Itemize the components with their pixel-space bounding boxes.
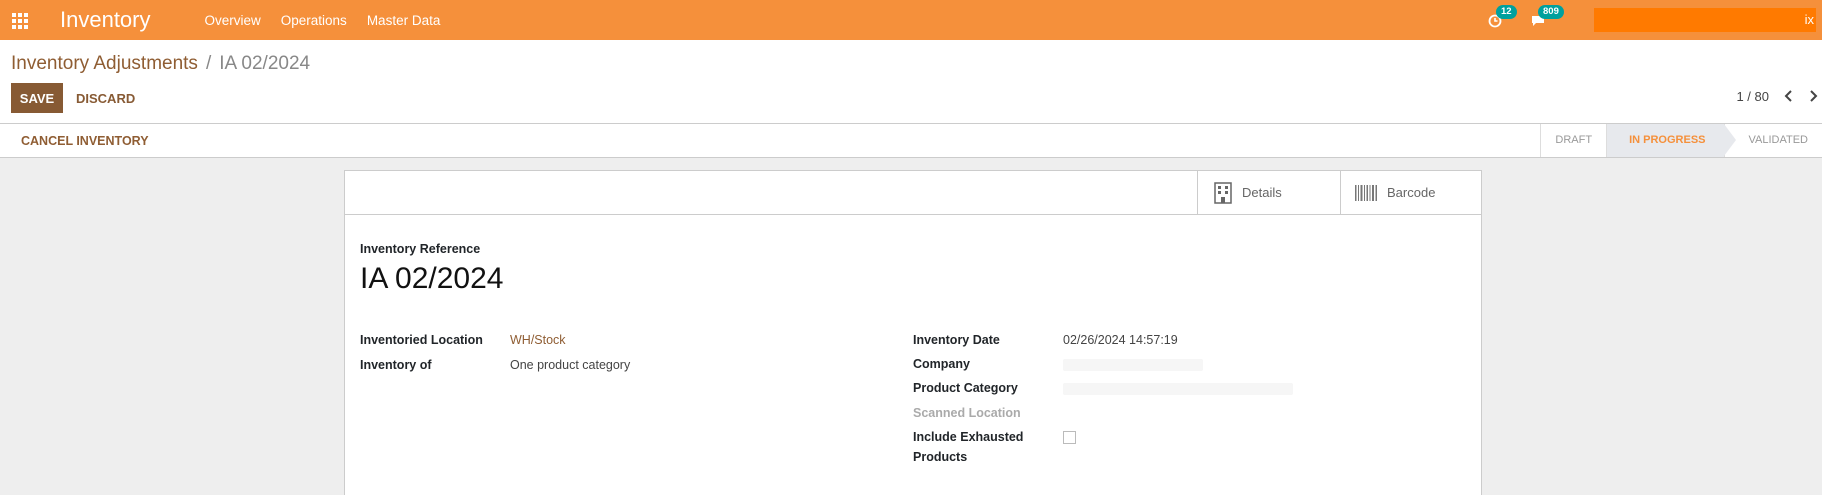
- company-value-redacted[interactable]: [1063, 359, 1203, 371]
- breadcrumb: Inventory Adjustments / IA 02/2024: [11, 53, 310, 75]
- form-statusbar: CANCEL INVENTORY DRAFT IN PROGRESS VALID…: [0, 124, 1822, 158]
- top-navbar: Inventory Overview Operations Master Dat…: [0, 0, 1822, 40]
- include-exhausted-label-line2: Products: [913, 450, 968, 464]
- inventory-reference-label: Inventory Reference: [360, 242, 481, 256]
- breadcrumb-parent-link[interactable]: Inventory Adjustments: [11, 53, 198, 75]
- barcode-button-label: Barcode: [1387, 185, 1436, 200]
- inventory-of-value[interactable]: One product category: [510, 358, 630, 372]
- user-menu[interactable]: ix: [1594, 8, 1816, 32]
- apps-menu-icon[interactable]: [12, 13, 30, 29]
- breadcrumb-current: IA 02/2024: [219, 53, 311, 74]
- details-button-label: Details: [1242, 185, 1282, 200]
- control-panel: Inventory Adjustments / IA 02/2024 SAVE …: [0, 40, 1822, 124]
- save-button[interactable]: SAVE: [11, 83, 63, 113]
- inventory-date-value[interactable]: 02/26/2024 14:57:19: [1063, 333, 1178, 347]
- product-category-label: Product Category: [913, 381, 1018, 395]
- inventory-of-label: Inventory of: [360, 358, 432, 372]
- company-label: Company: [913, 357, 970, 371]
- stage-validated[interactable]: VALIDATED: [1723, 124, 1822, 157]
- stage-in-progress[interactable]: IN PROGRESS: [1606, 124, 1736, 157]
- user-name-fragment: ix: [1804, 12, 1814, 27]
- menu-master-data[interactable]: Master Data: [367, 13, 441, 28]
- stage-draft[interactable]: DRAFT: [1540, 124, 1606, 157]
- activities-button[interactable]: 12: [1488, 5, 1517, 28]
- include-exhausted-label-line1: Include Exhausted: [913, 430, 1024, 444]
- app-title[interactable]: Inventory: [60, 7, 151, 33]
- status-stages: DRAFT IN PROGRESS VALIDATED: [1540, 124, 1822, 157]
- menu-overview[interactable]: Overview: [205, 13, 261, 28]
- discard-button[interactable]: DISCARD: [76, 91, 135, 106]
- pager-value[interactable]: 1 / 80: [1736, 89, 1769, 104]
- menu-operations[interactable]: Operations: [281, 13, 347, 28]
- include-exhausted-checkbox[interactable]: [1063, 431, 1076, 444]
- scanned-location-label: Scanned Location: [913, 406, 1021, 420]
- barcode-icon: [1355, 184, 1377, 201]
- activity-count-badge: 12: [1496, 5, 1517, 19]
- messages-button[interactable]: 809: [1530, 5, 1564, 28]
- pager-previous-button[interactable]: [1782, 88, 1796, 104]
- building-icon: [1214, 181, 1232, 204]
- chevron-left-icon: [1784, 90, 1792, 102]
- inventoried-location-value[interactable]: WH/Stock: [510, 333, 566, 347]
- inventory-reference-value[interactable]: IA 02/2024: [360, 262, 503, 296]
- cancel-inventory-button[interactable]: CANCEL INVENTORY: [21, 134, 149, 148]
- barcode-button[interactable]: Barcode: [1340, 171, 1483, 214]
- inventoried-location-label: Inventoried Location: [360, 333, 483, 347]
- details-button[interactable]: Details: [1197, 171, 1340, 214]
- message-count-badge: 809: [1538, 5, 1564, 19]
- smart-button-box: Details Barcode: [345, 171, 1481, 215]
- chevron-right-icon: [1810, 90, 1818, 102]
- inventory-date-label: Inventory Date: [913, 333, 1000, 347]
- breadcrumb-separator: /: [205, 53, 212, 74]
- pager-next-button[interactable]: [1806, 88, 1820, 104]
- form-sheet: Details Barcode Inventory Reference IA 0…: [344, 170, 1482, 495]
- product-category-value-redacted[interactable]: [1063, 383, 1293, 395]
